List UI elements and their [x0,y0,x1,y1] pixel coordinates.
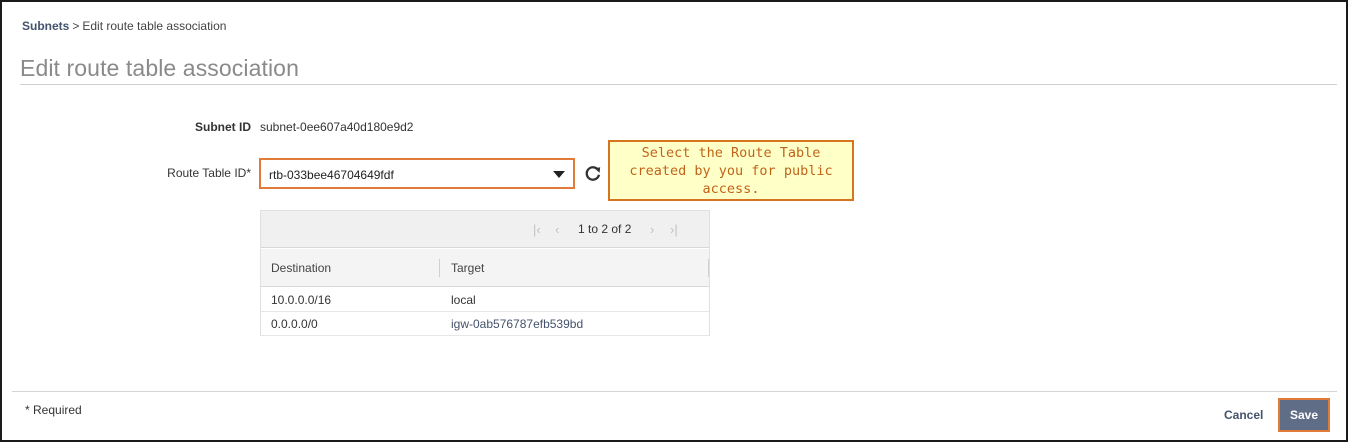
breadcrumb-current: Edit route table association [82,19,227,33]
destination-cell: 0.0.0.0/0 [271,317,318,331]
column-header-target[interactable]: Target [451,261,484,275]
title-divider [20,84,1337,85]
subnet-id-label: Subnet ID [195,120,251,134]
route-table-id-label: Route Table ID* [167,166,251,180]
required-note: * Required [25,403,82,417]
breadcrumb-separator: > [72,19,80,33]
column-divider[interactable] [708,259,709,277]
page-frame: Subnets > Edit route table association Edi… [0,0,1348,442]
page-title: Edit route table association [20,55,299,81]
route-table-id-select[interactable]: rtb-033bee46704649fdf [259,158,575,189]
last-page-icon[interactable]: ›| [670,222,678,237]
destination-cell: 10.0.0.0/16 [271,293,332,307]
pagination-text: 1 to 2 of 2 [578,222,632,236]
target-cell: local [451,293,476,307]
callout-line-3: access. [702,181,760,197]
route-table: |‹ ‹ 1 to 2 of 2 › ›| Destination Target… [260,210,710,336]
next-page-icon[interactable]: › [650,222,654,237]
save-button[interactable]: Save [1278,398,1330,432]
column-header-destination[interactable]: Destination [271,261,331,275]
cancel-button[interactable]: Cancel [1224,408,1263,422]
footer-divider [12,391,1337,392]
table-row: 10.0.0.0/16 local [261,287,709,312]
breadcrumb-subnets-link[interactable]: Subnets [22,19,69,33]
instruction-callout: Select the Route Table created by you fo… [608,140,854,201]
subnet-id-value: subnet-0ee607a40d180e9d2 [260,120,414,134]
table-row: 0.0.0.0/0 igw-0ab576787efb539bd [261,311,709,336]
column-divider[interactable] [439,259,440,277]
previous-page-icon[interactable]: ‹ [555,222,559,237]
table-header: Destination Target [261,249,709,287]
callout-line-2: created by you for public [629,163,833,179]
table-pagination: |‹ ‹ 1 to 2 of 2 › ›| [261,211,709,248]
target-cell-link[interactable]: igw-0ab576787efb539bd [451,317,583,331]
caret-down-icon [553,171,565,178]
breadcrumb: Subnets > Edit route table association [22,19,226,33]
callout-line-1: Select the Route Table [641,145,821,161]
refresh-icon[interactable] [582,163,604,185]
route-table-id-selected-value: rtb-033bee46704649fdf [269,168,394,182]
first-page-icon[interactable]: |‹ [533,222,541,237]
